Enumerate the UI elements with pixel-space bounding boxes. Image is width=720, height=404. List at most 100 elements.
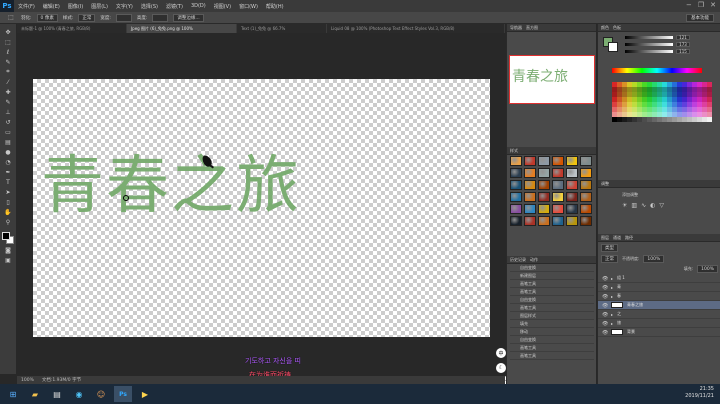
start-icon[interactable]: ⊞ (4, 386, 22, 402)
tab-adjustments[interactable]: 调整 (601, 181, 609, 187)
style-preset[interactable] (566, 192, 578, 202)
color-spectrum[interactable] (612, 68, 702, 73)
pen-tool-icon[interactable]: ✒ (3, 168, 13, 176)
layer-kind-select[interactable]: 类型 (601, 244, 618, 252)
levels-icon[interactable]: ▥ (631, 202, 637, 209)
style-preset[interactable] (524, 156, 536, 166)
marquee-tool-icon[interactable]: ⬚ (3, 38, 13, 46)
red-slider[interactable]: 121 (625, 34, 718, 41)
bg-color-chip[interactable] (608, 42, 618, 52)
layer-row[interactable]: 👁 ▸ 青 (598, 283, 720, 292)
screen-mode-icon[interactable]: ▣ (3, 256, 13, 264)
brush-tool-icon[interactable]: ✎ (3, 98, 13, 106)
brightness-icon[interactable]: ☀ (622, 202, 627, 209)
style-preset[interactable] (510, 204, 522, 214)
style-preset[interactable] (566, 180, 578, 190)
tab-navigator[interactable]: 导航器 (510, 25, 522, 31)
floating-top-button[interactable]: 中 (496, 348, 506, 358)
eye-icon[interactable]: 👁 (602, 330, 608, 336)
blue-value[interactable]: 115 (676, 49, 690, 54)
style-preset[interactable] (524, 192, 536, 202)
layer-row[interactable]: 👁 ▸ 春 (598, 292, 720, 301)
history-item[interactable]: 画笔工具 (510, 352, 594, 360)
move-tool-icon[interactable]: ✥ (3, 28, 13, 36)
floating-moon-icon[interactable]: ☾ (496, 363, 506, 373)
tab-histogram[interactable]: 直方图 (526, 25, 538, 31)
menu-image[interactable]: 图像(I) (64, 3, 87, 10)
style-preset[interactable] (538, 168, 550, 178)
menu-3d[interactable]: 3D(D) (187, 3, 210, 9)
vibrance-icon[interactable]: ▽ (659, 202, 664, 209)
eye-icon[interactable]: 👁 (602, 276, 608, 282)
tab-doc-3[interactable]: Text (1)_兔兔 @ 66.7% (237, 24, 327, 33)
style-preset[interactable] (524, 168, 536, 178)
zoom-level[interactable]: 100% (21, 378, 34, 383)
eye-icon[interactable]: 👁 (602, 321, 608, 327)
quick-select-tool-icon[interactable]: ✎ (3, 58, 13, 66)
red-slider-track[interactable] (625, 36, 673, 39)
style-preset[interactable] (538, 156, 550, 166)
red-value[interactable]: 121 (676, 35, 690, 40)
style-preset[interactable] (524, 204, 536, 214)
quick-mask-icon[interactable]: ◙ (3, 246, 13, 254)
blur-tool-icon[interactable]: ● (3, 148, 13, 156)
curves-icon[interactable]: ∿ (641, 202, 646, 209)
blue-slider-track[interactable] (625, 50, 673, 53)
shape-tool-icon[interactable]: ▯ (3, 198, 13, 206)
menu-type[interactable]: 文字(Y) (112, 3, 137, 10)
menu-filter[interactable]: 滤镜(T) (162, 3, 187, 10)
menu-file[interactable]: 文件(F) (14, 3, 39, 10)
tab-channels[interactable]: 通道 (613, 235, 621, 241)
color-swatches[interactable] (2, 232, 14, 244)
history-item[interactable]: 自由变换 (510, 264, 594, 272)
tab-doc-2[interactable]: Jpeg 图片 (6)_兔兔.png @ 100% (127, 24, 237, 33)
tab-doc-1[interactable]: 未标题-1 @ 100% (青春之旅, RGB/8) (17, 24, 127, 33)
system-clock[interactable]: 21:35 2019/11/21 (685, 386, 714, 400)
eye-icon[interactable]: 👁 (602, 285, 608, 291)
file-explorer-icon[interactable]: ▰ (26, 386, 44, 402)
lasso-tool-icon[interactable]: ℓ (3, 48, 13, 56)
dodge-tool-icon[interactable]: ◔ (3, 158, 13, 166)
healing-brush-tool-icon[interactable]: ✚ (3, 88, 13, 96)
green-slider-track[interactable] (625, 43, 673, 46)
blue-slider[interactable]: 115 (625, 48, 718, 55)
files-icon[interactable]: ▤ (48, 386, 66, 402)
style-preset[interactable] (510, 216, 522, 226)
blend-mode-select[interactable]: 正常 (601, 255, 618, 263)
canvas[interactable]: 青春之旅 (33, 79, 490, 337)
menu-layer[interactable]: 图层(L) (87, 3, 112, 10)
exposure-icon[interactable]: ◐ (650, 202, 655, 209)
type-tool-icon[interactable]: T (3, 178, 13, 186)
zoom-tool-icon[interactable]: ⚲ (3, 218, 13, 226)
feather-input[interactable]: 0 像素 (36, 13, 58, 22)
style-preset[interactable] (538, 204, 550, 214)
style-preset[interactable] (580, 204, 592, 214)
style-select[interactable]: 正常 (78, 13, 96, 22)
history-brush-tool-icon[interactable]: ↺ (3, 118, 13, 126)
style-preset[interactable] (524, 180, 536, 190)
style-preset[interactable] (510, 180, 522, 190)
tab-layers[interactable]: 图层 (601, 235, 609, 241)
style-preset[interactable] (552, 192, 564, 202)
style-preset[interactable] (566, 156, 578, 166)
height-input[interactable] (152, 13, 169, 22)
color-swatch[interactable] (707, 117, 712, 122)
style-preset[interactable] (552, 156, 564, 166)
marquee-tool-icon[interactable]: ⬚ (6, 14, 16, 22)
layer-row[interactable]: 👁 ▸ 之 (598, 310, 720, 319)
style-preset[interactable] (510, 168, 522, 178)
style-preset[interactable] (580, 156, 592, 166)
layer-row[interactable]: 👁 ▸ 旅 (598, 319, 720, 328)
tab-color[interactable]: 颜色 (601, 25, 609, 31)
foreground-color-swatch[interactable] (2, 232, 10, 240)
style-preset[interactable] (538, 180, 550, 190)
document-size[interactable]: 文档:1.93M/0 字节 (42, 377, 81, 383)
menu-view[interactable]: 视图(V) (210, 3, 235, 10)
avatar-app-icon[interactable]: ☺ (92, 386, 110, 402)
history-item[interactable]: 画笔工具 (510, 288, 594, 296)
menu-help[interactable]: 帮助(H) (262, 3, 288, 10)
menu-edit[interactable]: 编辑(E) (39, 3, 64, 10)
minimize-icon[interactable]: − (686, 1, 692, 9)
clone-stamp-tool-icon[interactable]: ⊥ (3, 108, 13, 116)
eye-icon[interactable]: 👁 (602, 294, 608, 300)
